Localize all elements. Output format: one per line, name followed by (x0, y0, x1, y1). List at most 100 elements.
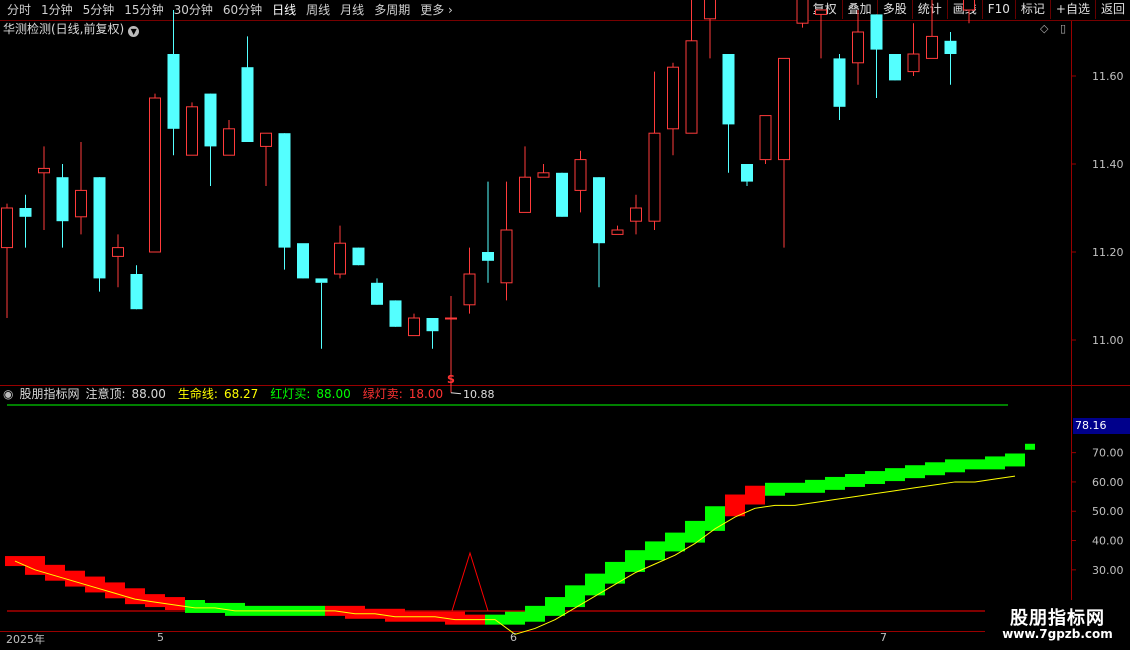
candle-body-41 (759, 115, 772, 161)
watermark-url: www.7gpzb.com (1002, 627, 1113, 641)
candle-body-5 (93, 177, 106, 279)
price-tick-label-4: 11.40 (1092, 158, 1124, 171)
candle-body-23 (426, 318, 439, 332)
indicator-bar-27 (545, 597, 565, 616)
candle-body-28 (519, 176, 531, 213)
candle-body-29 (537, 172, 550, 178)
indicator-bar-45 (905, 465, 925, 479)
candle-body-33 (611, 229, 624, 235)
ind-tick-label-0: 70.00 (1092, 447, 1124, 460)
indicator-bar-6 (125, 588, 145, 605)
candle-body-25 (463, 273, 476, 306)
candle-body-10 (186, 106, 198, 156)
candle-body-42 (778, 57, 790, 161)
candle-body-20 (371, 282, 383, 305)
ind-tick-label-1: 60.00 (1092, 476, 1124, 489)
indicator-bar-3 (65, 570, 85, 587)
candle-body-9 (167, 54, 180, 129)
candle-body-7 (130, 274, 143, 310)
date-month-7: 7 (880, 631, 887, 644)
candle-body-27 (500, 229, 513, 284)
indicator-bar-26 (525, 605, 545, 622)
candle-body-30 (556, 172, 568, 217)
candle-body-40 (741, 164, 753, 182)
ind-tick-label-2: 50.00 (1092, 505, 1124, 518)
ind-tick-label-3: 40.00 (1092, 535, 1124, 548)
candle-body-37 (685, 40, 698, 134)
indicator-bar-49 (985, 456, 1005, 470)
candle-body-2 (38, 167, 50, 174)
price-tick-label-3: 11.60 (1092, 70, 1124, 83)
red-light-buy-label: 红灯买: 88.00 (270, 387, 351, 401)
candle-body-24 (445, 317, 457, 320)
chart-canvas: 12.2012.0011.8011.6011.4011.2011.0012.36… (0, 0, 1130, 650)
candle-body-26 (482, 252, 494, 261)
candle-body-38 (704, 0, 716, 20)
candle-body-31 (574, 159, 587, 191)
indicator-bar-41 (825, 476, 845, 490)
candle-body-13 (241, 67, 254, 142)
candle-body-0 (1, 207, 13, 249)
low-price-label: 10.88 (463, 388, 495, 401)
candle-body-1 (19, 208, 32, 217)
candle-body-52 (963, 0, 975, 11)
indicator-bar-34 (685, 520, 705, 543)
candle-body-22 (408, 317, 420, 337)
candle-body-14 (260, 132, 272, 147)
indicator-bar-44 (885, 468, 905, 482)
indicator-bar-47 (945, 459, 965, 473)
date-month-6: 6 (510, 631, 517, 644)
candle-body-3 (56, 177, 69, 222)
candle-body-35 (648, 132, 661, 222)
indicator-bar-33 (665, 532, 685, 552)
indicator-bar-48 (965, 459, 985, 470)
life-line-label: 生命线: 68.27 (177, 387, 259, 401)
candle-body-17 (315, 278, 328, 283)
indicator-bar-40 (805, 479, 825, 493)
candle-body-49 (907, 53, 920, 73)
candle-body-11 (204, 93, 217, 147)
candle-body-44 (815, 9, 827, 15)
candle-body-32 (593, 177, 605, 244)
indicator-bar-37 (745, 485, 765, 505)
candle-body-6 (112, 247, 124, 257)
indicator-name[interactable]: 股朋指标网 (19, 387, 79, 401)
date-year: 2025年 (6, 633, 45, 646)
candle-body-47 (870, 14, 883, 50)
candle-body-50 (926, 35, 938, 59)
indicator-bar-36 (725, 494, 745, 517)
indicator-bar-4 (85, 576, 105, 593)
candle-body-43 (796, 0, 809, 24)
candle-body-19 (352, 247, 365, 266)
indicator-bar-31 (625, 550, 645, 572)
indicator-bar-32 (645, 541, 665, 561)
indicator-bar-42 (845, 474, 865, 487)
indicator-bar-2 (45, 564, 65, 581)
candle-body-21 (389, 300, 402, 327)
candle-body-12 (223, 128, 235, 156)
indicator-bar-35 (705, 506, 725, 531)
indicator-toggle-icon[interactable]: ◉ (3, 387, 13, 401)
indicator-current-value: 78.16 (1073, 418, 1130, 434)
candle-body-36 (667, 66, 679, 130)
indicator-bar-50 (1005, 453, 1025, 467)
candle-body-18 (334, 242, 346, 275)
candle-body-8 (149, 97, 161, 253)
candle-body-34 (630, 207, 642, 222)
indicator-bar-end (1025, 443, 1035, 450)
candle-body-4 (75, 189, 87, 218)
candle-body-45 (833, 58, 846, 107)
indicator-bar-38 (765, 482, 785, 496)
indicator-title: ◉ 股朋指标网 注意顶: 88.00 生命线: 68.27 红灯买: 88.00 绿灯卖: 18.… (3, 387, 455, 401)
price-tick-label-6: 11.00 (1092, 334, 1124, 347)
green-light-sell-label: 绿灯卖: 18.00 (362, 387, 444, 401)
indicator-bar-39 (785, 482, 805, 493)
candle-body-46 (852, 31, 864, 64)
indicator-bar-46 (925, 462, 945, 476)
indicator-bar-25 (505, 611, 525, 625)
candle-body-39 (722, 54, 735, 125)
indicator-bar-5 (105, 582, 125, 599)
price-tick-label-5: 11.20 (1092, 246, 1124, 259)
candle-body-15 (278, 133, 291, 248)
watermark: 股朋指标网 www.7gpzb.com (985, 600, 1130, 650)
